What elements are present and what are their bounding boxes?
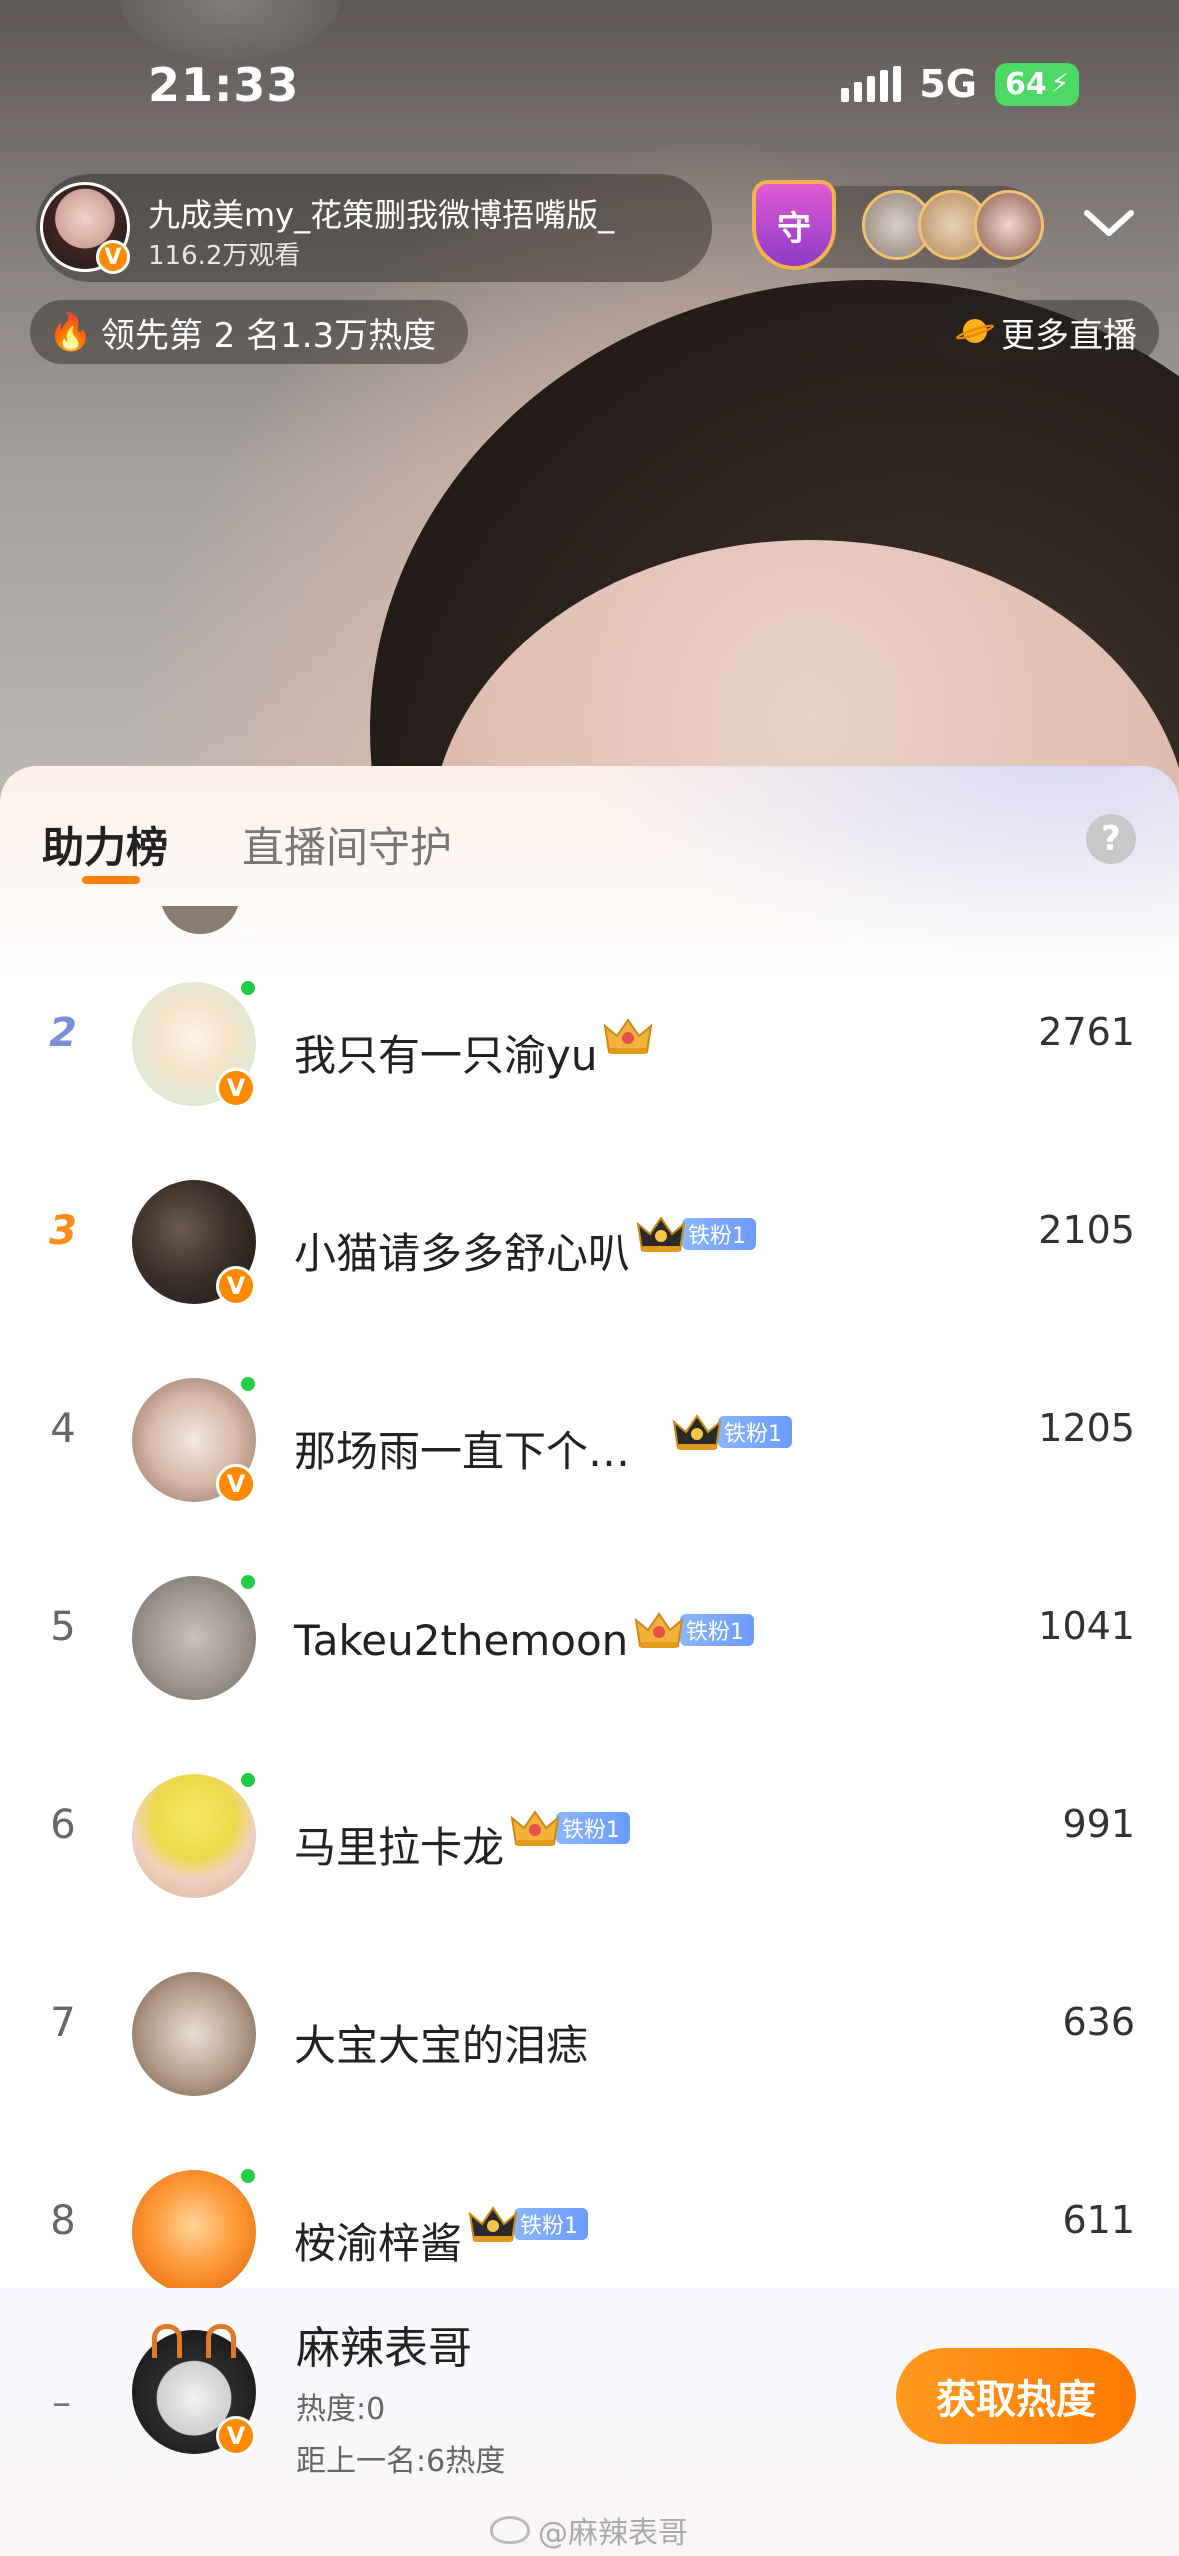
heat-score: 991 bbox=[1062, 1802, 1135, 1846]
crown-icon bbox=[632, 1608, 686, 1652]
panel-glow bbox=[579, 766, 1179, 966]
user-name[interactable]: 大宝大宝的泪痣 bbox=[294, 2012, 588, 2073]
rank-number: 2 bbox=[49, 1010, 77, 1056]
rank-info-text: 领先第 2 名1.3万热度 bbox=[100, 315, 437, 356]
flame-icon: 🔥 bbox=[48, 312, 93, 353]
more-live-label: 更多直播 bbox=[1001, 315, 1137, 356]
rank-number: 4 bbox=[50, 1406, 76, 1452]
verified-badge-icon: V bbox=[216, 1464, 256, 1504]
user-name[interactable]: 小猫请多多舒心叭 bbox=[294, 1220, 630, 1281]
heat-score: 1041 bbox=[1038, 1604, 1135, 1648]
my-rank-bar: – V 麻辣表哥 热度:0 距上一名:6热度 获取热度 @麻辣表哥 bbox=[0, 2288, 1179, 2556]
fan-level-badge: 铁粉1 bbox=[682, 1218, 756, 1250]
my-heat: 热度:0 bbox=[296, 2392, 386, 2427]
user-badges: 铁粉1 bbox=[634, 1212, 756, 1256]
gap-to-previous: 距上一名:6热度 bbox=[296, 2444, 506, 2479]
watermark-text: @麻辣表哥 bbox=[538, 2516, 688, 2551]
rank-number: 5 bbox=[50, 1604, 76, 1650]
leaderboard-row[interactable]: 4 V 那场雨一直下个… 1205 铁粉1 bbox=[0, 1340, 1179, 1538]
verified-badge-icon: V bbox=[216, 2416, 256, 2456]
host-name[interactable]: 九成美my_花策删我微博捂嘴版_ bbox=[148, 190, 614, 236]
user-badges: 铁粉1 bbox=[466, 2202, 588, 2246]
fan-level-badge: 铁粉1 bbox=[556, 1812, 630, 1844]
crown-icon bbox=[508, 1806, 562, 1850]
fan-level-badge: 铁粉1 bbox=[680, 1614, 754, 1646]
heat-score: 2105 bbox=[1038, 1208, 1135, 1252]
user-name[interactable]: 那场雨一直下个… bbox=[294, 1418, 630, 1479]
rank-number: 7 bbox=[50, 2000, 76, 2046]
network-type: 5G bbox=[919, 62, 977, 106]
user-name[interactable]: 马里拉卡龙 bbox=[294, 1814, 504, 1875]
online-status-dot bbox=[238, 1770, 258, 1790]
chevron-down-icon[interactable] bbox=[1076, 190, 1142, 256]
fan-level-badge: 铁粉1 bbox=[514, 2208, 588, 2240]
ceiling-light bbox=[120, 0, 340, 60]
weibo-logo-icon bbox=[490, 2516, 530, 2544]
user-avatar[interactable] bbox=[132, 2170, 256, 2294]
rank-info-pill[interactable]: 🔥 领先第 2 名1.3万热度 bbox=[30, 300, 469, 364]
leaderboard-row[interactable]: 3 V 小猫请多多舒心叭 2105 铁粉1 bbox=[0, 1142, 1179, 1340]
crown-icon bbox=[466, 2202, 520, 2246]
fan-level-badge: 铁粉1 bbox=[718, 1416, 792, 1448]
top-viewer-avatar[interactable] bbox=[974, 190, 1044, 260]
rank-number: 3 bbox=[49, 1208, 77, 1254]
status-time: 21:33 bbox=[148, 58, 300, 112]
leaderboard-row[interactable]: 6 马里拉卡龙 991 铁粉1 bbox=[0, 1736, 1179, 1934]
tab-support-ranking[interactable]: 助力榜 bbox=[42, 814, 168, 875]
user-badges: 铁粉1 bbox=[670, 1410, 792, 1454]
heat-score: 2761 bbox=[1038, 1010, 1135, 1054]
weibo-watermark: @麻辣表哥 bbox=[490, 2508, 688, 2552]
rank-number: 8 bbox=[50, 2198, 76, 2244]
signal-icon bbox=[841, 66, 902, 102]
charging-icon: ⚡ bbox=[1050, 69, 1069, 99]
active-tab-indicator bbox=[82, 876, 140, 884]
my-name: 麻辣表哥 bbox=[296, 2323, 472, 2374]
leaderboard-row[interactable]: 7 大宝大宝的泪痣 636 bbox=[0, 1934, 1179, 2132]
battery-level: 64 bbox=[1004, 66, 1047, 102]
user-name[interactable]: 桉渝梓酱 bbox=[294, 2210, 462, 2271]
planet-icon bbox=[955, 317, 995, 347]
crown-icon bbox=[634, 1212, 688, 1256]
leaderboard-row[interactable]: 5 Takeu2themoon 1041 铁粉1 bbox=[0, 1538, 1179, 1736]
my-rank: – bbox=[52, 2380, 71, 2424]
tab-room-guard[interactable]: 直播间守护 bbox=[242, 814, 452, 875]
live-video bbox=[0, 0, 1179, 800]
user-badges bbox=[601, 1014, 655, 1058]
guard-shield-icon[interactable]: 守 bbox=[752, 180, 836, 270]
verified-badge-icon: V bbox=[216, 1068, 256, 1108]
previous-row-avatar bbox=[155, 906, 245, 936]
user-badges: 铁粉1 bbox=[508, 1806, 630, 1850]
more-live-button[interactable]: 更多直播 bbox=[933, 300, 1159, 364]
antler-icon bbox=[206, 2324, 236, 2358]
help-icon[interactable]: ? bbox=[1086, 814, 1136, 864]
online-status-dot bbox=[238, 978, 258, 998]
leaderboard-row[interactable]: 2 V 我只有一只渝yu 2761 bbox=[0, 944, 1179, 1142]
online-status-dot bbox=[238, 2166, 258, 2186]
user-avatar[interactable] bbox=[132, 1576, 256, 1700]
antler-icon bbox=[152, 2324, 182, 2358]
user-name[interactable]: 我只有一只渝yu bbox=[294, 1022, 597, 1083]
user-avatar[interactable] bbox=[132, 1972, 256, 2096]
viewer-count: 116.2万观看 bbox=[148, 241, 301, 271]
user-badges: 铁粉1 bbox=[632, 1608, 754, 1652]
verified-badge-icon: V bbox=[216, 1266, 256, 1306]
battery-indicator: 64 ⚡ bbox=[994, 62, 1079, 106]
heat-score: 636 bbox=[1062, 2000, 1135, 2044]
rank-number: 6 bbox=[50, 1802, 76, 1848]
status-indicators: 5G 64 ⚡ bbox=[841, 62, 1079, 106]
user-avatar[interactable] bbox=[132, 1774, 256, 1898]
crown-icon bbox=[670, 1410, 724, 1454]
user-name[interactable]: Takeu2themoon bbox=[294, 1616, 628, 1665]
heat-score: 611 bbox=[1062, 2198, 1135, 2242]
heat-score: 1205 bbox=[1038, 1406, 1135, 1450]
get-heat-button[interactable]: 获取热度 bbox=[896, 2348, 1136, 2444]
online-status-dot bbox=[238, 1572, 258, 1592]
online-status-dot bbox=[238, 1374, 258, 1394]
verified-badge-icon: V bbox=[96, 240, 130, 274]
crown-icon bbox=[601, 1014, 655, 1058]
